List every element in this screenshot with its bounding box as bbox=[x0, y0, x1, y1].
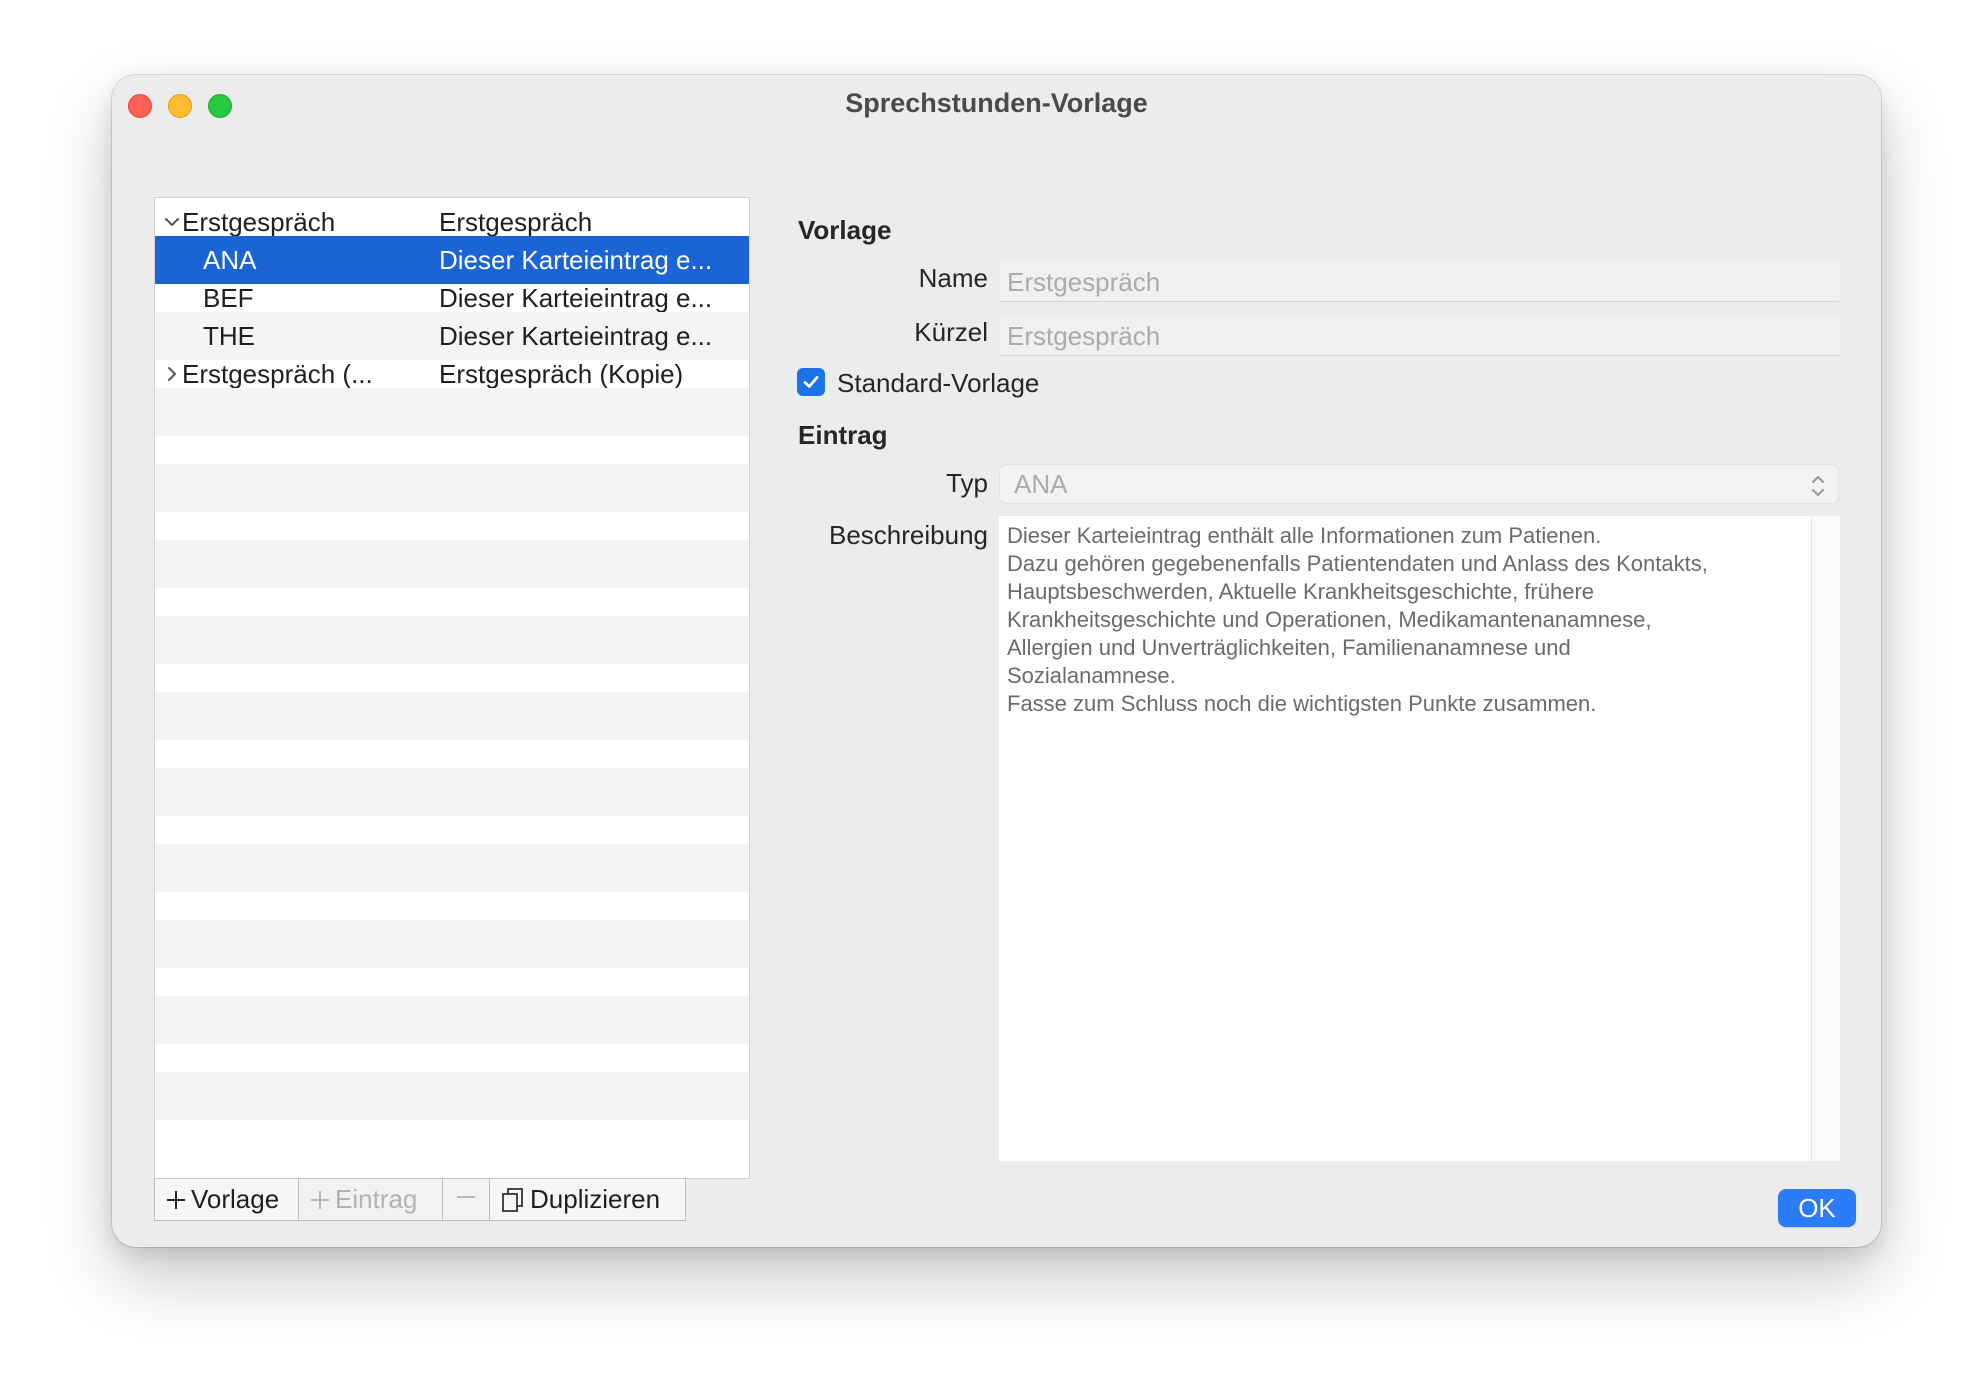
title-bar: Sprechstunden-Vorlage bbox=[112, 75, 1881, 131]
textarea-scrollbar[interactable] bbox=[1811, 516, 1840, 1161]
section-eintrag-heading: Eintrag bbox=[798, 420, 888, 450]
updown-chevron-icon bbox=[1810, 471, 1826, 509]
empty-row bbox=[155, 844, 749, 892]
plus-icon bbox=[165, 1189, 187, 1211]
standard-vorlage-label[interactable]: Standard-Vorlage bbox=[837, 368, 1039, 399]
empty-row bbox=[155, 464, 749, 512]
typ-label: Typ bbox=[946, 468, 988, 498]
name-label: Name bbox=[918, 263, 988, 293]
empty-row bbox=[155, 996, 749, 1044]
plus-icon bbox=[309, 1189, 331, 1211]
remove-button[interactable] bbox=[442, 1178, 490, 1221]
empty-row bbox=[155, 540, 749, 588]
empty-row bbox=[155, 692, 749, 740]
kuerzel-field[interactable]: Erstgespräch bbox=[999, 316, 1839, 356]
dialog-window: Sprechstunden-Vorlage Erstgespräch Erstg… bbox=[112, 75, 1881, 1247]
typ-select[interactable]: ANA bbox=[999, 464, 1839, 504]
empty-row bbox=[155, 388, 749, 436]
empty-row bbox=[155, 616, 749, 664]
add-vorlage-button[interactable]: Vorlage bbox=[154, 1178, 299, 1221]
standard-vorlage-checkbox[interactable] bbox=[797, 368, 825, 396]
empty-row bbox=[155, 1072, 749, 1120]
window-title: Sprechstunden-Vorlage bbox=[845, 88, 1148, 118]
typ-selected-value: ANA bbox=[1014, 469, 1068, 499]
beschreibung-textarea[interactable]: Dieser Karteieintrag enthält alle Inform… bbox=[999, 516, 1811, 1161]
section-vorlage-heading: Vorlage bbox=[798, 215, 892, 245]
checkmark-icon bbox=[803, 376, 819, 388]
minus-icon bbox=[455, 1184, 477, 1215]
template-outline-list[interactable]: Erstgespräch Erstgespräch ANA Dieser Kar… bbox=[154, 197, 750, 1179]
duplicate-icon bbox=[500, 1187, 526, 1213]
name-field[interactable]: Erstgespräch bbox=[999, 262, 1839, 302]
duplicate-label: Duplizieren bbox=[530, 1184, 661, 1214]
empty-row bbox=[155, 920, 749, 968]
duplicate-button[interactable]: Duplizieren bbox=[489, 1178, 686, 1221]
kuerzel-label: Kürzel bbox=[914, 317, 988, 347]
list-button-bar: Vorlage Eintrag Duplizieren bbox=[154, 1178, 686, 1221]
beschreibung-label: Beschreibung bbox=[829, 520, 988, 550]
add-eintrag-label: Eintrag bbox=[335, 1184, 418, 1214]
ok-button[interactable]: OK bbox=[1778, 1189, 1856, 1227]
add-eintrag-button[interactable]: Eintrag bbox=[298, 1178, 443, 1221]
empty-row bbox=[155, 768, 749, 816]
add-vorlage-label: Vorlage bbox=[191, 1184, 280, 1214]
